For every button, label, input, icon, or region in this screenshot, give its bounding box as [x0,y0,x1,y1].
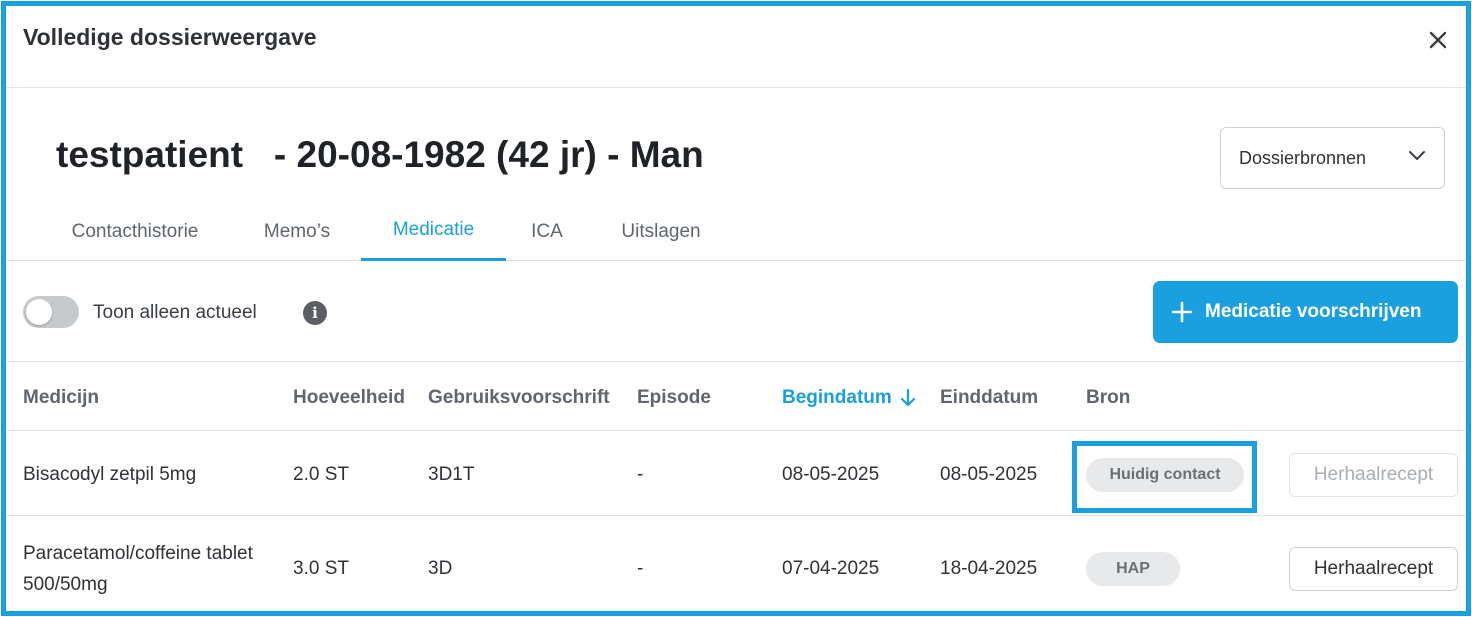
tab-bar: Contacthistorie Memo’s Medicatie ICA Uit… [6,202,1466,261]
cell-hoeveelheid: 3.0 ST [293,558,349,579]
cell-einddatum: 08-05-2025 [940,464,1038,485]
medicatie-voorschrijven-button[interactable]: Medicatie voorschrijven [1153,281,1458,343]
sort-descending-icon [900,388,915,407]
chevron-down-icon [1409,151,1425,160]
close-button[interactable] [1422,24,1454,56]
close-icon [1429,31,1447,49]
column-header-medicijn[interactable]: Medicijn [23,387,99,409]
tab-medicatie[interactable]: Medicatie [361,202,506,261]
herhaalrecept-button[interactable]: Herhaalrecept [1289,453,1458,497]
tab-memos[interactable]: Memo’s [241,202,353,261]
cell-gebruiksvoorschrift: 3D1T [428,464,475,485]
column-header-begindatum[interactable]: Begindatum [782,387,916,409]
column-header-begindatum-label: Begindatum [782,387,892,408]
plus-icon [1171,301,1193,323]
actueel-toggle[interactable] [23,296,79,328]
medicatie-voorschrijven-label: Medicatie voorschrijven [1205,301,1422,322]
tab-uitslagen[interactable]: Uitslagen [596,202,726,261]
tab-contacthistorie[interactable]: Contacthistorie [41,202,229,261]
herhaalrecept-button[interactable]: Herhaalrecept [1289,547,1458,591]
column-header-einddatum[interactable]: Einddatum [940,387,1038,409]
cell-medicijn: Bisacodyl zetpil 5mg [23,464,197,485]
source-badge: Huidig contact [1086,458,1244,492]
modal-title: Volledige dossierweergave [23,24,317,50]
cell-episode: - [637,558,644,579]
cell-einddatum: 18-04-2025 [940,558,1038,579]
table-header: Medicijn Hoeveelheid Gebruiksvoorschrift… [6,363,1466,431]
cell-begindatum: 08-05-2025 [782,464,880,485]
table-row: Bisacodyl zetpil 5mg 2.0 ST 3D1T - 08-05… [6,432,1466,516]
source-badge: HAP [1086,552,1180,586]
column-header-bron[interactable]: Bron [1086,387,1130,409]
tab-ica[interactable]: ICA [516,202,578,261]
column-header-episode[interactable]: Episode [637,387,711,409]
cell-begindatum: 07-04-2025 [782,558,880,579]
cell-episode: - [637,464,644,485]
table-row: Paracetamol/coffeine tablet 500/50mg 3.0… [6,517,1466,611]
dossierbronnen-label: Dossierbronnen [1239,147,1367,168]
toggle-knob [26,299,52,325]
column-header-gebruiksvoorschrift[interactable]: Gebruiksvoorschrift [428,387,610,409]
cell-medicijn: Paracetamol/coffeine tablet 500/50mg [23,543,253,595]
modal-header: Volledige dossierweergave [6,6,1466,88]
patient-header: testpatient - 20-08-1982 (42 jr) - Man [56,134,704,175]
info-icon[interactable]: i [303,301,327,325]
actueel-toggle-label: Toon alleen actueel [93,302,257,323]
column-header-hoeveelheid[interactable]: Hoeveelheid [293,387,405,409]
dossierbronnen-dropdown[interactable]: Dossierbronnen [1220,127,1445,189]
medication-toolbar: Toon alleen actueel i Medicatie voorschr… [6,262,1466,362]
cell-gebruiksvoorschrift: 3D [428,558,453,579]
cell-hoeveelheid: 2.0 ST [293,464,349,485]
dossier-modal: Volledige dossierweergave testpatient - … [1,1,1471,616]
